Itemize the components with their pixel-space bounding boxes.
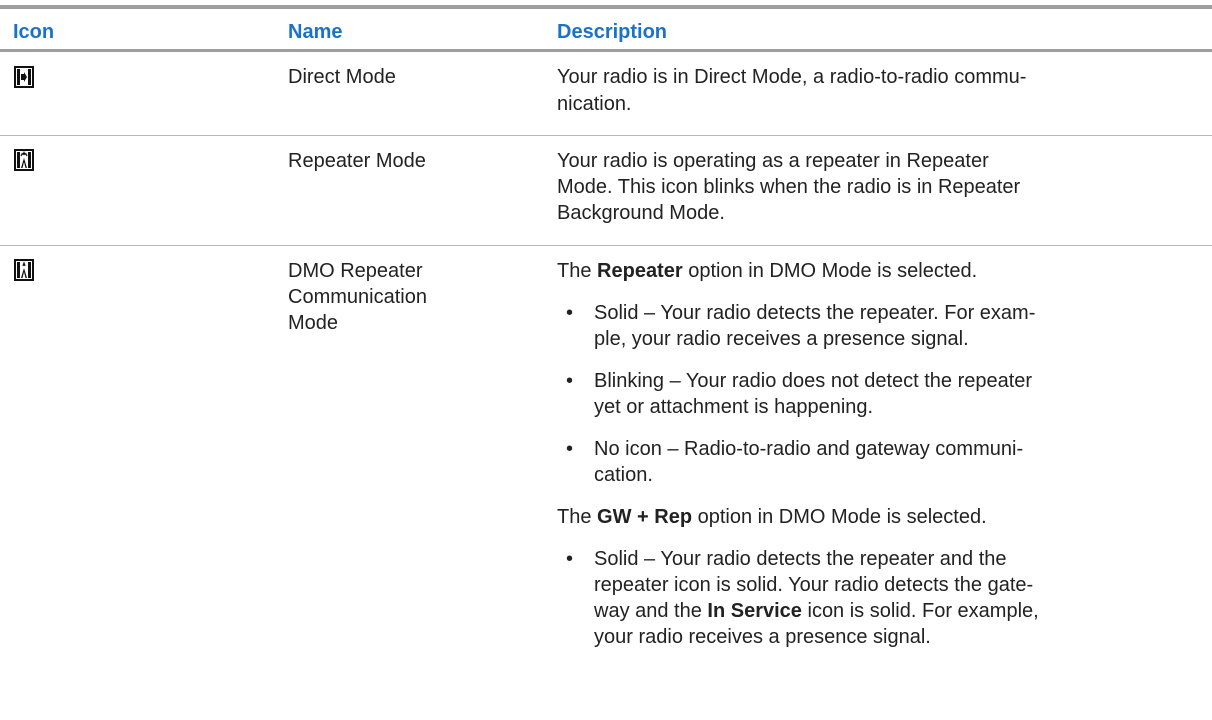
bullet-text: way and the bbox=[594, 600, 708, 622]
bullet-marker: • bbox=[566, 438, 574, 460]
direct-mode-icon bbox=[14, 66, 34, 88]
row-name-line: Mode bbox=[288, 312, 339, 334]
bullet-marker: • bbox=[566, 370, 574, 392]
bullet-line: Solid – Your radio detects the repeater … bbox=[594, 548, 1007, 570]
option-intro-gw-rep: The GW + Rep option in DMO Mode is selec… bbox=[557, 504, 1197, 530]
row-name-line: DMO Repeater bbox=[288, 260, 423, 282]
bullet-line: repeater icon is solid. Your radio detec… bbox=[594, 574, 1034, 596]
header-icon: Icon bbox=[13, 21, 55, 43]
bullet-line: yet or attachment is happening. bbox=[594, 396, 874, 418]
row-description-line: Your radio is in Direct Mode, a radio-to… bbox=[557, 66, 1027, 88]
bullet-marker: • bbox=[566, 548, 574, 570]
option-intro-repeater: The Repeater option in DMO Mode is selec… bbox=[557, 258, 1197, 284]
header-name: Name bbox=[288, 21, 343, 43]
bullet-line: No icon – Radio-to-radio and gateway com… bbox=[594, 438, 1024, 460]
row-name-line: Communication bbox=[288, 286, 427, 308]
bullet-line: ple, your radio receives a presence sign… bbox=[594, 328, 969, 350]
intro-text: The bbox=[557, 506, 598, 528]
option-name-bold: Repeater bbox=[597, 260, 683, 282]
icon-name-bold: In Service bbox=[707, 600, 802, 622]
row-name: Repeater Mode bbox=[288, 150, 426, 172]
header-description: Description bbox=[557, 21, 668, 43]
bullet-line: Blinking – Your radio does not detect th… bbox=[594, 370, 1033, 392]
intro-text: option in DMO Mode is selected. bbox=[682, 260, 978, 282]
row-description-line: Your radio is operating as a repeater in… bbox=[557, 150, 989, 172]
repeater-mode-icon bbox=[14, 149, 34, 171]
bullet-line: cation. bbox=[594, 464, 653, 486]
bullet-line: your radio receives a presence signal. bbox=[594, 626, 931, 648]
table-header-row: Icon Name Description bbox=[0, 9, 1212, 50]
document-page: Icon Name Description Direct Mode Your r… bbox=[0, 0, 1212, 720]
bullet-line: way and the In Service icon is solid. Fo… bbox=[594, 598, 1197, 624]
table-row: Direct Mode Your radio is in Direct Mode… bbox=[0, 52, 1212, 135]
intro-text: The bbox=[557, 260, 598, 282]
row-name: Direct Mode bbox=[288, 66, 396, 88]
bullet-text: icon is solid. For example, bbox=[801, 600, 1039, 622]
option-name-bold: GW + Rep bbox=[597, 506, 693, 528]
bullet-line: Solid – Your radio detects the repeater.… bbox=[594, 302, 1036, 324]
intro-text: option in DMO Mode is selected. bbox=[692, 506, 987, 528]
table-row: Repeater Mode Your radio is operating as… bbox=[0, 136, 1212, 245]
row-description-line: Mode. This icon blinks when the radio is… bbox=[557, 176, 1021, 198]
table-row: DMO Repeater Communication Mode The Repe… bbox=[0, 246, 1212, 720]
bullet-marker: • bbox=[566, 302, 574, 324]
row-description-line: nication. bbox=[557, 93, 632, 115]
row-description-line: Background Mode. bbox=[557, 202, 725, 224]
dmo-repeater-communication-mode-icon bbox=[14, 259, 34, 281]
